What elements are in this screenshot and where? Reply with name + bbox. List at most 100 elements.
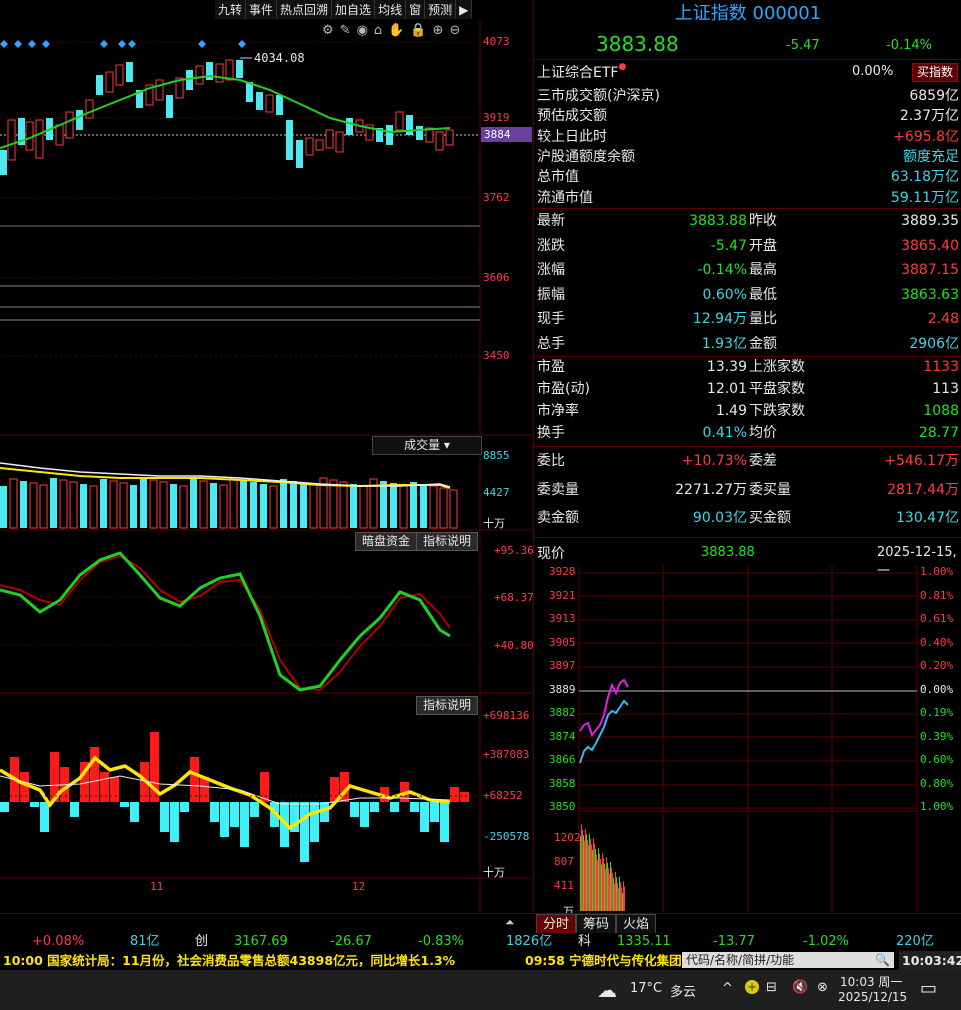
price-axis-label: 4073 [483,35,510,48]
candle [225,59,234,81]
search-input[interactable]: 代码/名称/简拼/功能 🔍 [682,952,894,968]
osc-axis-label: +95.36 [494,544,534,557]
intraday-volume-bar [590,839,591,911]
volume-bar [250,482,257,528]
weather-temp[interactable]: 17°C [630,981,662,996]
app-tray-icon[interactable]: + [745,980,759,994]
candle [35,119,44,159]
candle [386,125,393,145]
intraday-volume-bar [584,840,585,911]
status-index-pct: -0.83% [418,934,464,949]
candle [7,119,16,161]
cloud-icon[interactable]: ☁ [597,978,617,1002]
volume-bar [290,481,297,528]
volume-bar [300,483,307,528]
taskbar-time[interactable]: 10:03 周一 [840,973,902,990]
quote-value: 63.18万亿 [890,169,959,186]
intraday-pct-axis-label: 0.19% [920,706,954,719]
taskbar-date[interactable]: 2025/12/15 [838,990,907,1004]
quote-label: 委差 [749,453,777,469]
quote-value: 1088 [923,403,959,419]
intraday-volume-bar [593,838,594,911]
etf-name[interactable]: 上证综合ETF● [537,62,626,82]
indicator-help-button[interactable]: 指标说明 [416,532,479,551]
volume-muted-icon[interactable]: 🔇 [792,980,808,995]
search-icon[interactable]: 🔍 [875,952,890,968]
macd-bar [30,802,39,807]
intraday-volume-bar [607,862,608,911]
quote-value: +546.17万 [884,453,959,469]
macd-bar [420,802,429,832]
intraday-volume-bar [585,829,586,911]
volume-title: 成交量 [404,438,441,452]
weather-text[interactable]: 多云 [670,981,696,1000]
intraday-volume-axis-label: 1202 [554,831,581,844]
quote-row: 较上日此时 +695.8亿 [534,127,961,147]
intraday-price: 3883.88 [701,545,755,560]
volume-bar [359,485,368,529]
news-right[interactable]: 09:58 宁德时代与传化集团 [525,951,682,970]
close-circle-icon[interactable]: ⊗ [817,980,828,995]
intraday-price-axis-label: 3905 [549,635,576,649]
intraday-volume-bar [588,845,589,911]
candle [335,131,344,153]
quote-label: 沪股通额度余额 [537,148,635,165]
status-pct1: +0.08% [32,934,85,949]
intraday-volume-bar [603,858,604,911]
intraday-volume-bar [620,882,621,911]
candle [105,71,114,93]
intraday-volume-bar [605,869,606,911]
intraday-volume-bar [592,849,593,911]
volume-bar [130,485,137,528]
quote-value: 1133 [923,359,959,375]
volume-bar [140,478,147,528]
candle [96,75,103,95]
macd-axis-label: +68252 [483,789,523,802]
tab-chips[interactable]: 筹码 [576,914,617,935]
quote-value: -5.47 [710,237,747,254]
intraday-pct-axis-label: 0.00% [920,682,954,696]
volume-bar [429,485,438,529]
intraday-volume-bar [589,833,590,911]
candle [236,60,243,78]
dark-fund-button[interactable]: 暗盘资金 [355,532,418,551]
intraday-volume-bar [613,878,614,911]
tab-intraday[interactable]: 分时 [536,914,577,935]
macd-axis-label: -250578 [483,830,530,843]
stock-title[interactable]: 上证指数 000001 [534,0,961,28]
price-change-pct: -0.14% [886,38,932,53]
quote-panel: 上证指数 000001 3883.88 -5.47 -0.14% 上证综合ETF… [533,0,961,918]
volume-bar [50,478,57,528]
status-index-name[interactable]: 创 [195,933,208,951]
status-index2-name[interactable]: 科 [578,933,591,951]
macd-bar [390,802,399,812]
quote-value: 0.41% [702,425,747,441]
volume-bar [229,477,238,529]
tab-flame[interactable]: 火焰 [616,914,657,935]
scroll-up-icon[interactable]: ⏶ [505,915,515,930]
quote-label: 流通市值 [537,189,593,206]
intraday-volume-bar [583,835,584,911]
quote-row: 沪股通额度余额 额度充足 [534,147,961,167]
volume-selector[interactable]: 成交量 ▾ [372,436,482,455]
current-price-tag: 3884 [481,127,532,142]
chevron-up-icon[interactable]: ^ [722,981,733,996]
notification-icon[interactable]: ▭ [920,978,937,999]
candle [435,131,444,151]
macd-bar [450,787,459,802]
quote-row: 预估成交额 2.37万亿 [534,106,961,126]
quote-value: -0.14% [697,262,747,278]
macd-help-button[interactable]: 指标说明 [416,696,479,715]
news-left[interactable]: 10:00 国家统计局：11月份，社会消费品零售总额43898亿元，同比增长1.… [3,951,455,970]
quote-value: 1.49 [715,403,747,419]
buy-index-button[interactable]: 买指数 [912,63,959,82]
volume-bar [179,485,188,529]
intraday-pct-axis-label: 0.61% [920,612,954,625]
intraday-chart[interactable] [534,565,961,913]
quote-row: 市盈 13.39 上涨家数 1133 [534,357,961,377]
quote-value: +10.73% [681,453,747,469]
etf-pct: 0.00% [852,64,894,79]
ime-icon[interactable]: ⊟ [766,980,777,995]
kline-chart-panel[interactable]: 九转 事件 热点回溯 加自选 均线 窗 预测 ▶ ⚙ ✎ ◉ ⌂ ✋ 🔒 ⊕ ⊖ [0,0,534,913]
macd-bar [410,802,419,812]
